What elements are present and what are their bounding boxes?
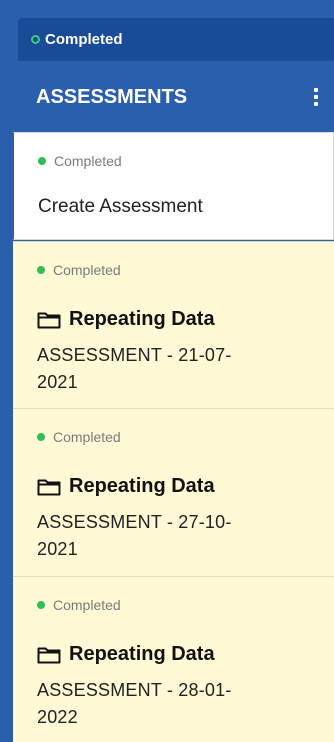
assessment-date-text: ASSESSMENT - 21-07-2021 [37,345,232,392]
assessment-list-item[interactable]: Completed Repeating Data ASSESSMENT - 28… [13,576,334,742]
assessment-date-text: ASSESSMENT - 27-10-2021 [37,512,232,559]
item-status-label: Completed [53,597,121,613]
kebab-menu-button[interactable] [302,80,330,114]
item-status: Completed [37,262,121,278]
assessment-list-item[interactable]: Completed Repeating Data ASSESSMENT - 27… [13,408,334,576]
repeating-data-label: Repeating Data [69,643,215,665]
create-assessment-label: Create Assessment [38,196,203,217]
completed-dot-icon [37,433,45,441]
completed-dot-icon [38,157,46,165]
assessment-list: Completed Create Assessment Completed Re… [13,132,334,742]
item-status-label: Completed [53,429,121,445]
item-status-label: Completed [53,262,121,278]
completed-dot-icon [37,266,45,274]
assessments-header: ASSESSMENTS [18,62,334,132]
assessments-panel: Completed ASSESSMENTS Completed Create A… [0,0,334,742]
page-title: ASSESSMENTS [36,85,188,108]
completed-status-dot-icon [31,34,40,44]
completed-dot-icon [37,601,45,609]
assessment-date-text: ASSESSMENT - 28-01-2022 [37,680,232,727]
item-status: Completed [37,597,121,613]
assessment-list-item[interactable]: Completed Repeating Data ASSESSMENT - 21… [13,241,334,408]
repeating-data-label: Repeating Data [69,308,215,330]
folder-icon [37,647,61,663]
completed-status-bar[interactable]: Completed [18,18,334,60]
repeating-data-row: Repeating Data [37,643,215,666]
repeating-data-label: Repeating Data [69,475,215,497]
create-assessment-item[interactable]: Completed Create Assessment [13,132,334,240]
folder-icon [37,312,61,328]
item-status-label: Completed [54,153,122,169]
kebab-menu-icon [314,88,318,106]
item-status: Completed [38,153,122,169]
repeating-data-row: Repeating Data [37,308,215,331]
item-status: Completed [37,429,121,445]
completed-status-label: Completed [45,30,123,48]
repeating-data-row: Repeating Data [37,475,215,498]
folder-icon [37,479,61,495]
